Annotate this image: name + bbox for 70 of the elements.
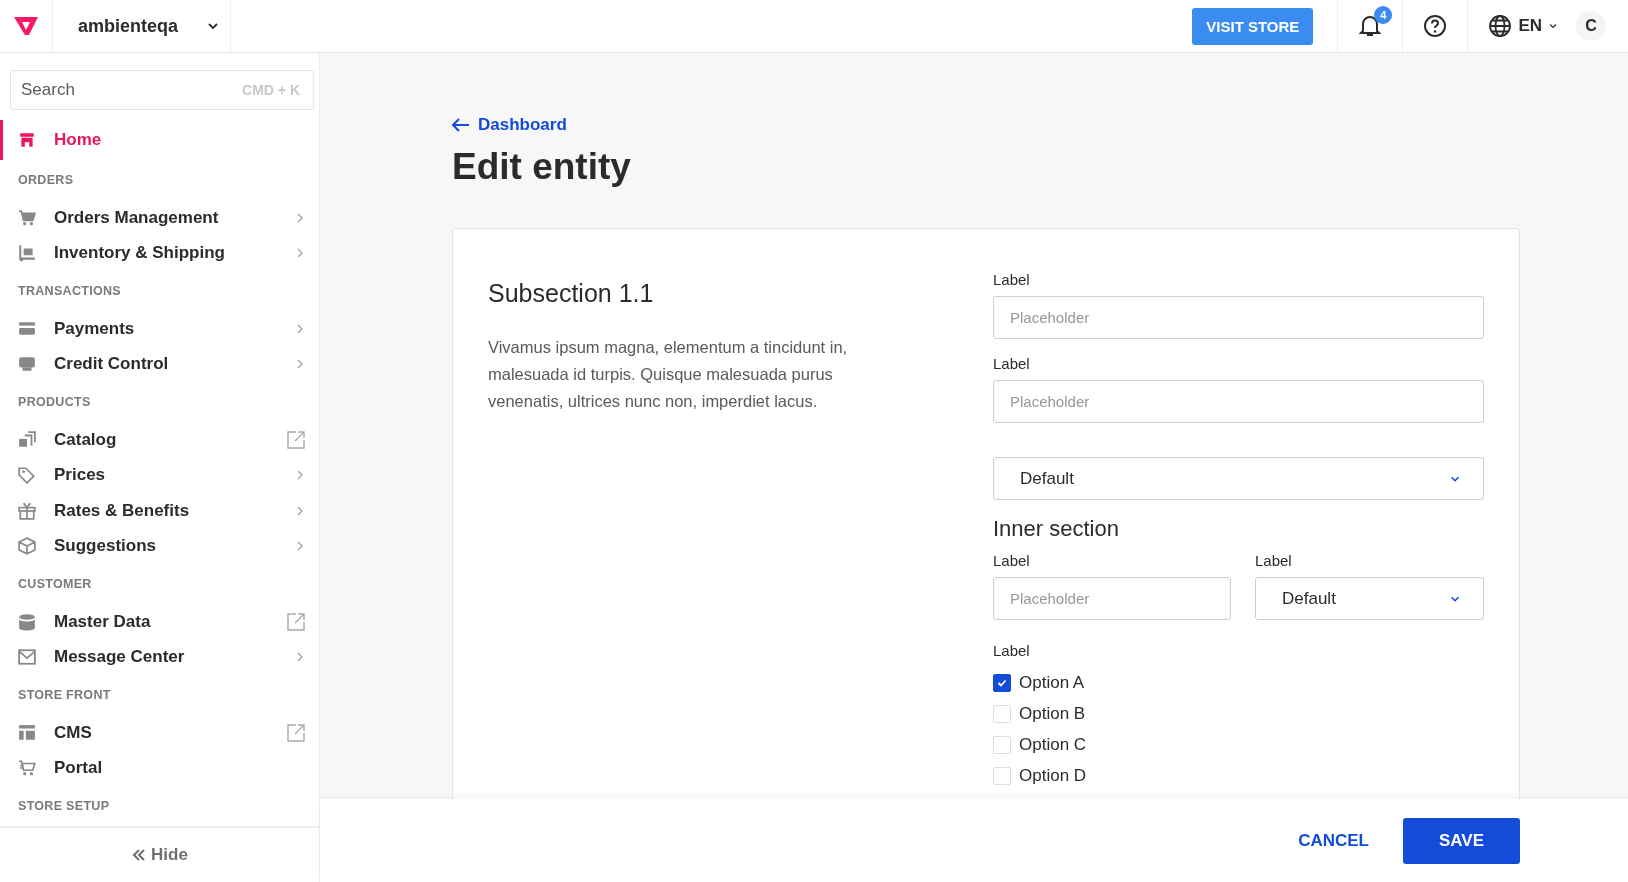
field-label: Label <box>993 642 1031 659</box>
check-icon <box>997 677 1007 688</box>
sidebar-item[interactable]: Message Center <box>0 639 319 675</box>
external-link-icon <box>287 723 305 742</box>
section-title: PRODUCTS <box>17 394 92 411</box>
option-label: Option A <box>1019 672 1085 693</box>
globe-icon <box>1488 14 1513 38</box>
double-chevron-left-icon <box>131 847 148 863</box>
save-button[interactable]: SAVE <box>1403 817 1520 864</box>
sidebar-item[interactable]: Rates & Benefits <box>0 493 319 529</box>
sidebar-item[interactable]: Orders Management <box>0 200 319 236</box>
bell-icon <box>1359 14 1382 38</box>
monitor-icon <box>18 355 36 374</box>
chevron-down-icon <box>1548 21 1558 31</box>
section-title: STORE SETUP <box>17 798 111 815</box>
select-field[interactable]: Default <box>1255 577 1484 620</box>
text-field[interactable]: Placeholder <box>993 577 1231 620</box>
notification-badge: 4 <box>1374 6 1393 24</box>
field-label: Label <box>993 552 1031 569</box>
logo-icon[interactable] <box>14 16 38 36</box>
cube-icon <box>18 537 36 556</box>
subsection-description: Vivamus ipsum magna, elementum a tincidunt in, malesuada id turpis. Quisque malesuada purus venenatis, ultrices nunc non, imperdiet lacus. <box>488 337 849 412</box>
section-title: STORE FRONT <box>17 687 112 704</box>
help-icon <box>1423 14 1448 38</box>
checkbox[interactable] <box>993 673 1011 692</box>
text-field[interactable]: Placeholder <box>993 296 1484 339</box>
section-heading: Inner section <box>993 516 1120 542</box>
store-icon <box>18 131 36 149</box>
layout-icon <box>18 723 36 742</box>
arrow-left-icon <box>452 118 470 132</box>
field-label: Label <box>993 271 1031 288</box>
sidebar-item[interactable]: Prices <box>0 457 319 493</box>
external-link-icon <box>287 430 305 449</box>
card-icon <box>18 319 36 338</box>
text-field[interactable]: Placeholder <box>993 380 1484 423</box>
field-label: Label <box>993 355 1031 372</box>
sidebar-item[interactable]: Suggestions <box>0 528 319 564</box>
sidebar-item[interactable]: Catalog <box>0 422 319 458</box>
sidebar-item[interactable]: Credit Control <box>0 346 319 382</box>
section-title: TRANSACTIONS <box>17 283 122 300</box>
chevron-right-icon <box>295 321 305 336</box>
external-link-icon <box>287 612 305 631</box>
sidebar-item[interactable]: Portal <box>0 750 319 786</box>
tag-icon <box>18 466 36 485</box>
database-icon <box>18 612 36 631</box>
sidebar-item[interactable]: Payments <box>0 311 319 347</box>
sidebar-item[interactable]: Master Data <box>0 604 319 640</box>
gift-icon <box>18 501 36 520</box>
option-label: Option C <box>1019 734 1087 755</box>
stack-icon <box>18 430 36 449</box>
subsection-title: Subsection 1.1 <box>488 279 655 308</box>
user-avatar[interactable]: C <box>1576 11 1606 41</box>
chevron-right-icon <box>295 503 305 518</box>
field-label: Label <box>1255 552 1293 569</box>
section-title: CUSTOMER <box>17 576 93 593</box>
sidebar-item[interactable]: Home <box>0 120 319 160</box>
cancel-button[interactable]: CANCEL <box>1292 829 1375 852</box>
envelope-icon <box>18 648 36 667</box>
sidebar-item[interactable]: CMS <box>0 715 319 751</box>
chevron-right-icon <box>295 210 305 225</box>
section-title: ORDERS <box>17 172 75 189</box>
option-label: Option D <box>1019 765 1087 786</box>
cart-icon <box>18 759 36 778</box>
page-title: Edit entity <box>452 146 632 188</box>
trolley-icon <box>18 244 36 263</box>
sidebar-item[interactable]: Inventory & Shipping <box>0 235 319 271</box>
option-label: Option B <box>1019 703 1086 724</box>
cart-icon <box>18 208 36 227</box>
back-link[interactable]: Dashboard <box>452 115 567 135</box>
select-field[interactable]: Default <box>993 457 1484 500</box>
